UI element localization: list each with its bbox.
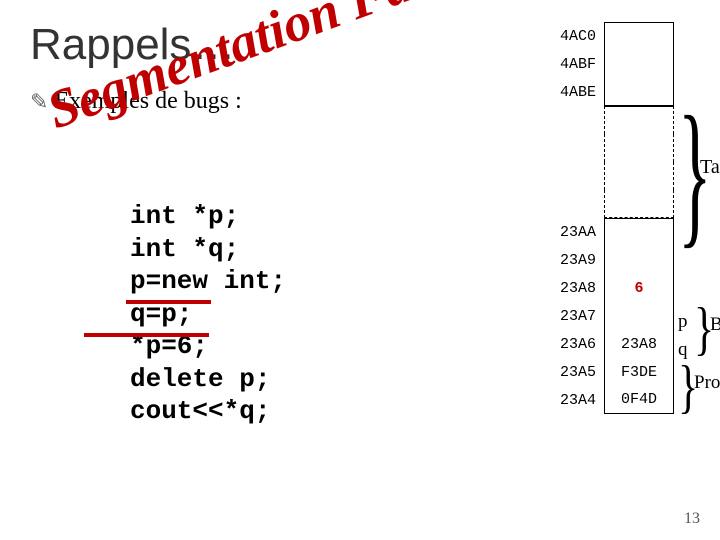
addr-cell: 23AA <box>534 218 604 246</box>
addr-cell <box>534 134 604 162</box>
code-line: p=new int; <box>130 265 286 298</box>
addr-cell: 4ABF <box>534 50 604 78</box>
val-cell <box>604 50 674 78</box>
label-prog: } Prog <box>678 380 698 407</box>
label-tas: } Tas <box>678 162 712 204</box>
code-line: delete p; <box>130 363 286 396</box>
addr-cell: 23A9 <box>534 246 604 274</box>
underline <box>126 300 211 304</box>
addr-cell: 4ABE <box>534 78 604 106</box>
addr-cell: 23A6 <box>534 330 604 358</box>
addr-cell <box>534 162 604 190</box>
val-cell <box>604 190 674 218</box>
addr-cell: 23A5 <box>534 358 604 386</box>
addr-cell: 23A7 <box>534 302 604 330</box>
bullet-icon: ✎ <box>30 89 48 115</box>
val-cell: 0F4D <box>604 386 674 414</box>
val-cell <box>604 134 674 162</box>
val-cell <box>604 22 674 50</box>
addr-cell: 23A8 <box>534 274 604 302</box>
code-line: int *q; <box>130 233 286 266</box>
val-cell <box>604 218 674 246</box>
val-cell <box>604 302 674 330</box>
addr-cell <box>534 190 604 218</box>
val-cell <box>604 162 674 190</box>
val-cell <box>604 246 674 274</box>
subtitle: Exemples de bugs : <box>54 88 241 115</box>
underline <box>84 333 209 337</box>
val-cell: 6 <box>604 274 674 302</box>
val-cell <box>604 106 674 134</box>
addr-cell: 4AC0 <box>534 22 604 50</box>
slide-number: 13 <box>684 510 700 528</box>
val-cell <box>604 78 674 106</box>
val-cell: F3DE <box>604 358 674 386</box>
code-line: cout<<*q; <box>130 395 286 428</box>
addr-cell <box>534 106 604 134</box>
val-cell: 23A8 <box>604 330 674 358</box>
code-block: int *p; int *q; p=new int; q=p; *p=6; de… <box>130 200 286 428</box>
label-p: p <box>678 311 688 333</box>
code-line: int *p; <box>130 200 286 233</box>
label-bss: } BSS <box>694 322 714 349</box>
addr-cell: 23A4 <box>534 386 604 414</box>
memory-diagram: 4AC0 4ABF 4ABE 23AA 23A9 23A8 23A7 23A6 … <box>534 22 720 414</box>
